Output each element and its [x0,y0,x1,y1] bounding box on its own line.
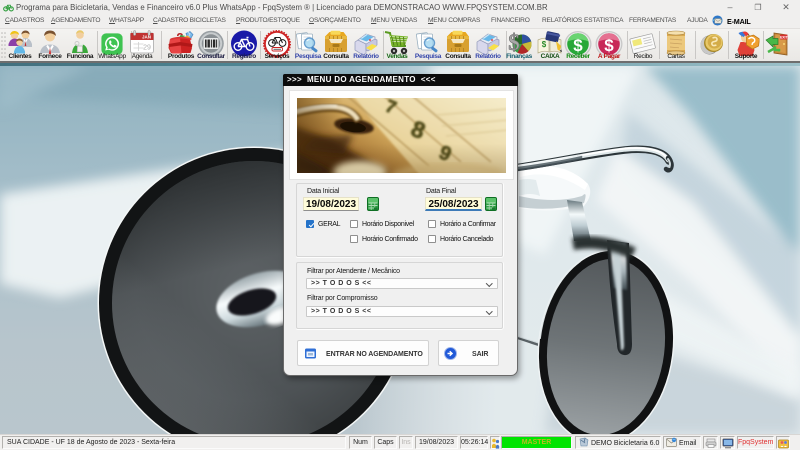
svg-text:$: $ [542,40,547,49]
svg-text:29: 29 [143,45,151,52]
svg-text:$: $ [508,30,520,55]
svg-text:EXIT: EXIT [780,35,788,39]
svg-text:JAN: JAN [142,35,151,40]
